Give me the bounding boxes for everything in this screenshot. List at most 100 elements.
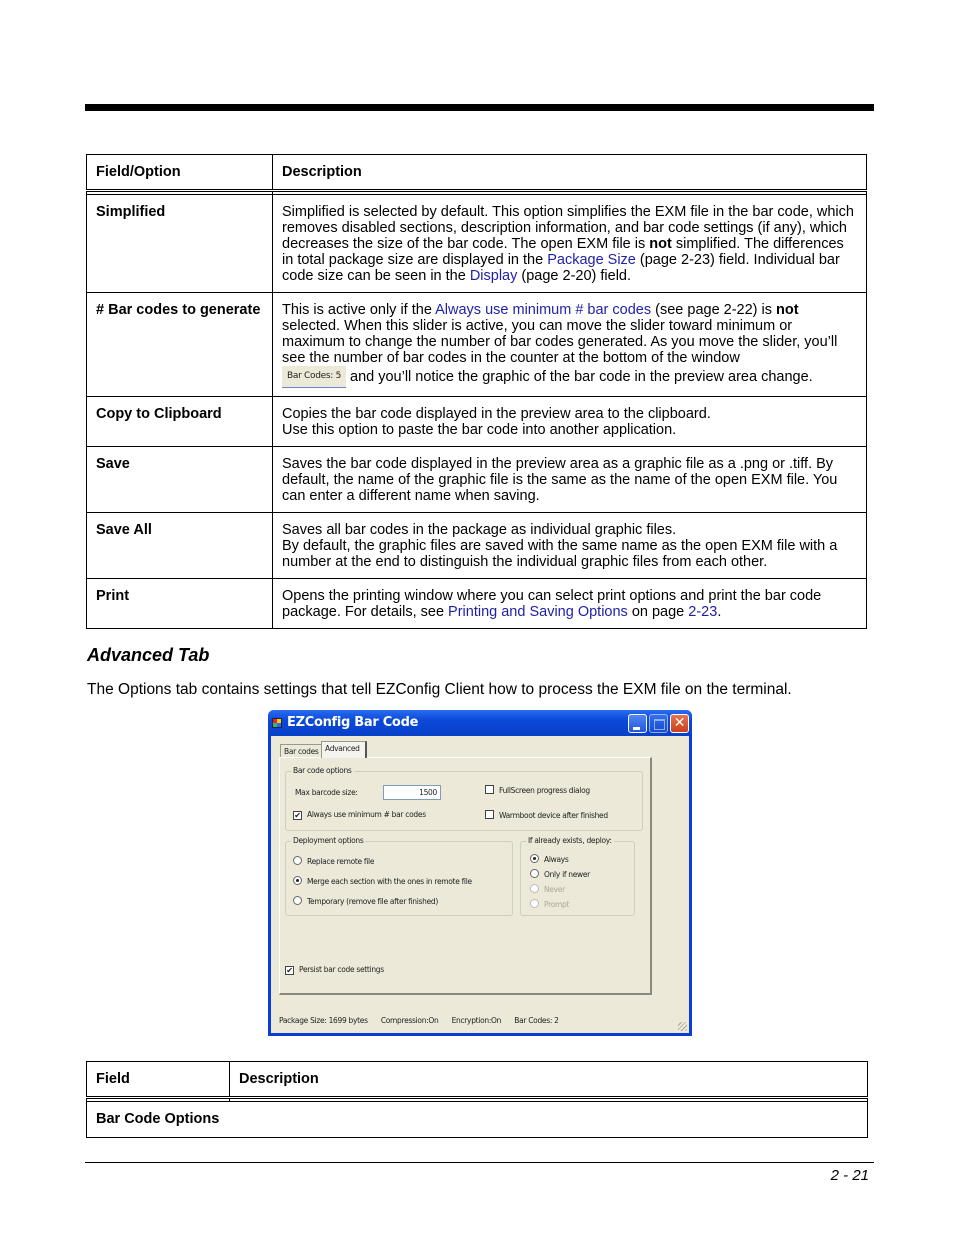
checkbox-label: Always use minimum # bar codes xyxy=(307,810,426,819)
desc-text: This is active only if the xyxy=(282,302,436,318)
link-package-size[interactable]: Package Size xyxy=(547,252,636,268)
checkbox-label: Persist bar code settings xyxy=(299,965,384,974)
title-bar[interactable]: EZConfig Bar Code ✕ xyxy=(268,710,692,736)
table-row: Save All Saves all bar codes in the pack… xyxy=(86,512,867,579)
section-intro: The Options tab contains settings that t… xyxy=(87,681,792,698)
status-bar: Package Size: 1699 bytes Compression:On … xyxy=(279,1016,679,1025)
max-barcode-size-input[interactable]: 1500 xyxy=(383,785,441,800)
maximize-button xyxy=(649,714,668,733)
desc-text: Copies the bar code displayed in the pre… xyxy=(282,406,711,422)
deployment-options-group: Deployment options Replace remote file M… xyxy=(285,836,513,916)
resize-grip-icon[interactable] xyxy=(678,1022,687,1031)
desc-text: on page xyxy=(627,604,689,620)
link-always-use-minimum[interactable]: Always use minimum # bar codes xyxy=(435,302,651,318)
radio-icon xyxy=(530,884,539,893)
fullscreen-progress-checkbox[interactable]: FullScreen progress dialog xyxy=(485,785,590,795)
radio-icon xyxy=(530,869,539,878)
radio-always[interactable]: Always xyxy=(530,854,569,864)
group-label: If already exists, deploy: xyxy=(526,836,614,845)
radio-label: Never xyxy=(544,885,565,894)
checkbox-label: FullScreen progress dialog xyxy=(499,786,590,795)
radio-prompt: Prompt xyxy=(530,899,569,909)
desc-emphasis: not xyxy=(649,236,672,252)
radio-label: Merge each section with the ones in remo… xyxy=(307,877,472,886)
checkbox-unchecked-icon xyxy=(485,785,494,794)
header-description: Description xyxy=(272,154,867,192)
field-cell: Save xyxy=(86,446,273,513)
radio-label: Only if newer xyxy=(544,870,590,879)
radio-label: Prompt xyxy=(544,900,570,909)
radio-selected-icon xyxy=(293,876,302,885)
checkbox-checked-icon: ✔ xyxy=(285,966,294,975)
page-number: 2 - 21 xyxy=(830,1167,869,1184)
radio-icon xyxy=(530,899,539,908)
link-printing-saving-options[interactable]: Printing and Saving Options xyxy=(448,604,628,620)
header-description: Description xyxy=(229,1061,868,1099)
table-row: Copy to Clipboard Copies the bar code di… xyxy=(86,396,867,447)
tab-advanced[interactable]: Advanced xyxy=(321,741,367,758)
tab-bar-codes[interactable]: Bar codes xyxy=(280,744,322,758)
desc-text: (page 2-20) field. xyxy=(517,268,632,284)
description-cell: Saves all bar codes in the package as in… xyxy=(272,512,867,579)
radio-temporary[interactable]: Temporary (remove file after finished) xyxy=(293,896,438,906)
radio-icon xyxy=(293,896,302,905)
radio-label: Replace remote file xyxy=(307,857,375,866)
table-header-row: Field/Option Description xyxy=(86,154,867,192)
description-cell: This is active only if the Always use mi… xyxy=(272,292,867,397)
field-option-table: Field/Option Description Simplified Simp… xyxy=(86,154,867,629)
status-compression: Compression:On xyxy=(380,1016,439,1025)
ezconfig-dialog: EZConfig Bar Code ✕ Bar codes Advanced B… xyxy=(268,710,692,1036)
table-row: Bar Code Options xyxy=(86,1101,868,1138)
checkbox-unchecked-icon xyxy=(485,810,494,819)
max-barcode-size-label: Max barcode size: xyxy=(295,788,358,797)
checkbox-label: Warmboot device after finished xyxy=(499,811,608,820)
close-button[interactable]: ✕ xyxy=(670,714,689,733)
status-bar-codes: Bar Codes: 2 xyxy=(514,1016,559,1025)
table-row: Simplified Simplified is selected by def… xyxy=(86,194,867,293)
field-cell: Print xyxy=(86,578,273,629)
desc-text: (see page 2-22) is xyxy=(651,302,777,318)
window-title: EZConfig Bar Code xyxy=(287,715,419,730)
field-description-table: Field Description Bar Code Options xyxy=(86,1061,868,1138)
radio-label: Temporary (remove file after finished) xyxy=(307,897,439,906)
table-row: # Bar codes to generate This is active o… xyxy=(86,292,867,397)
advanced-tab-panel: Bar code options Max barcode size: 1500 … xyxy=(279,757,652,995)
table-header-row: Field Description xyxy=(86,1061,868,1099)
radio-never: Never xyxy=(530,884,565,894)
persist-settings-checkbox[interactable]: ✔ Persist bar code settings xyxy=(285,965,384,975)
group-label: Deployment options xyxy=(291,836,366,845)
desc-text: Saves all bar codes in the package as in… xyxy=(282,522,677,538)
bar-code-options-group: Bar code options Max barcode size: 1500 … xyxy=(285,766,643,831)
app-icon xyxy=(272,718,282,728)
field-cell: Simplified xyxy=(86,194,273,293)
desc-text: By default, the graphic files are saved … xyxy=(282,538,838,570)
checkbox-checked-icon: ✔ xyxy=(293,811,302,820)
field-cell: # Bar codes to generate xyxy=(86,292,273,397)
link-page-2-23[interactable]: 2-23 xyxy=(688,604,717,620)
header-field: Field xyxy=(86,1061,230,1099)
status-package-size: Package Size: 1699 bytes xyxy=(279,1016,368,1025)
table-row: Print Opens the printing window where yo… xyxy=(86,578,867,629)
desc-emphasis: not xyxy=(776,302,799,318)
always-use-minimum-checkbox[interactable]: ✔ Always use minimum # bar codes xyxy=(293,810,426,820)
radio-selected-icon xyxy=(530,854,539,863)
link-display[interactable]: Display xyxy=(470,268,518,284)
minimize-button[interactable] xyxy=(628,714,647,733)
if-exists-group: If already exists, deploy: Always Only i… xyxy=(520,836,635,916)
radio-replace-remote-file[interactable]: Replace remote file xyxy=(293,856,374,866)
desc-text: . xyxy=(717,604,722,620)
group-label: Bar code options xyxy=(291,766,354,775)
status-encryption: Encryption:On xyxy=(451,1016,502,1025)
description-cell: Simplified is selected by default. This … xyxy=(272,194,867,293)
warmboot-checkbox[interactable]: Warmboot device after finished xyxy=(485,810,608,820)
desc-text: selected. When this slider is active, yo… xyxy=(282,318,838,366)
radio-merge-sections[interactable]: Merge each section with the ones in remo… xyxy=(293,876,472,886)
field-cell: Save All xyxy=(86,512,273,579)
radio-only-if-newer[interactable]: Only if newer xyxy=(530,869,590,879)
radio-label: Always xyxy=(544,855,569,864)
description-cell: Opens the printing window where you can … xyxy=(272,578,867,629)
description-cell: Copies the bar code displayed in the pre… xyxy=(272,396,867,447)
header-rule xyxy=(85,104,874,111)
footer-rule xyxy=(85,1162,874,1163)
desc-text: Use this option to paste the bar code in… xyxy=(282,422,677,438)
